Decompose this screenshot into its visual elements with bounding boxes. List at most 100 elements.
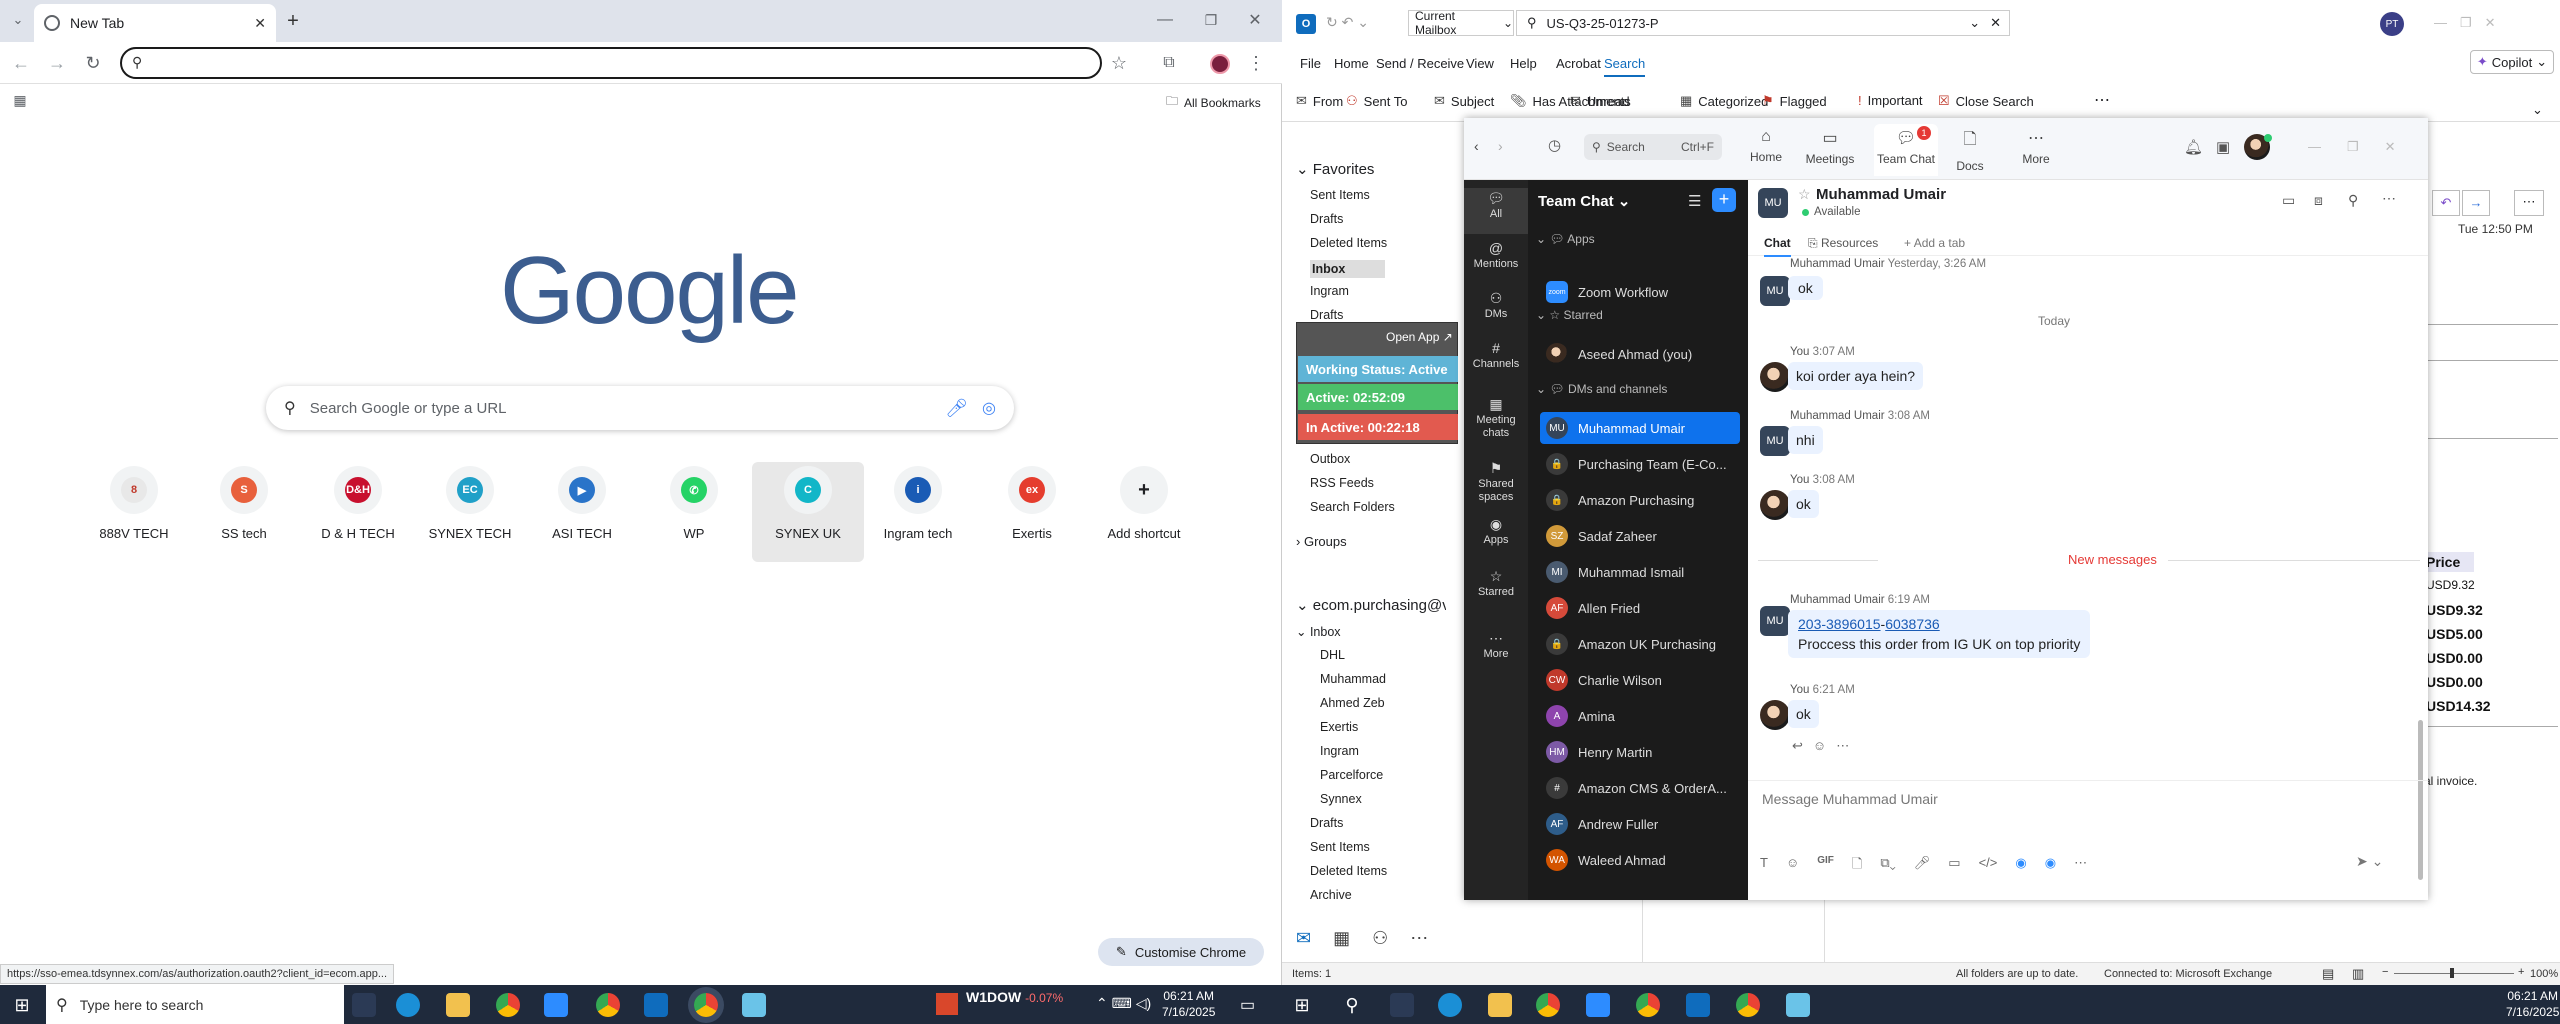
inbox-subfolder[interactable]: Parcelforce: [1320, 768, 1383, 782]
zoom-taskbar-icon[interactable]: [1586, 993, 1610, 1017]
task-view-icon[interactable]: [352, 993, 376, 1017]
tab-add[interactable]: + Add a tab: [1904, 236, 1965, 250]
google-search-box[interactable]: ⚲ Search Google or type a URL 🎤︎ ◎: [266, 386, 1014, 430]
bookmark-star-icon[interactable]: ☆: [1108, 52, 1130, 74]
ribbon-button[interactable]: ▦ Categorized: [1680, 93, 1768, 109]
video-message-icon[interactable]: ▭: [1948, 855, 1960, 877]
side-nav-item[interactable]: @ Mentions: [1464, 241, 1528, 271]
favorite-folder[interactable]: Drafts: [1310, 308, 1343, 322]
emoji-icon[interactable]: ☺: [1786, 855, 1799, 877]
customise-chrome-button[interactable]: ✎ Customise Chrome: [1098, 938, 1264, 966]
shortcut-tile[interactable]: ✆ WP: [638, 462, 750, 562]
forward-icon[interactable]: ›: [1498, 138, 1503, 154]
menu-item[interactable]: Search: [1604, 56, 1646, 77]
people-icon[interactable]: ⚇: [1372, 928, 1388, 949]
extensions-icon[interactable]: ⧉: [1158, 52, 1180, 74]
zoom-nav-meetings[interactable]: ▭ Meetings: [1798, 128, 1862, 166]
zoom-slider[interactable]: [2394, 973, 2514, 974]
side-nav-item[interactable]: ▦ Meeting chats: [1464, 397, 1528, 440]
side-nav-item[interactable]: ⚇ DMs: [1464, 291, 1528, 321]
inbox-subfolder[interactable]: Ahmed Zeb: [1320, 696, 1385, 710]
video-call-icon[interactable]: ▭: [2282, 192, 2295, 209]
chat-list-item[interactable]: # Amazon CMS & OrderA...: [1540, 772, 1740, 804]
stock-widget[interactable]: W1DOW -0.07%: [966, 989, 1063, 1006]
chat-list-item[interactable]: 🔒 Amazon Purchasing: [1540, 484, 1740, 516]
zoom-nav-more[interactable]: ⋯ More: [2004, 128, 2068, 166]
reply-icon[interactable]: ↶: [2432, 190, 2460, 216]
shortcut-tile[interactable]: C SYNEX UK: [752, 462, 864, 562]
folder-item[interactable]: Outbox: [1310, 452, 1350, 466]
search-icon[interactable]: ⚲: [1340, 993, 1364, 1017]
ribbon-button[interactable]: ✉ Subject: [1434, 93, 1494, 109]
chrome-taskbar-icon-2[interactable]: [596, 993, 620, 1017]
new-tab-icon[interactable]: +: [282, 10, 304, 32]
shortcut-tile[interactable]: D&H D & H TECH: [302, 462, 414, 562]
section-dms[interactable]: ⌄ 💬︎ DMs and channels: [1536, 382, 1667, 396]
zoom-search-box[interactable]: ⚲ Search Ctrl+F: [1584, 134, 1722, 160]
favorites-header[interactable]: ⌄ Favorites: [1296, 160, 1374, 178]
chevron-down-icon[interactable]: ⌄: [1969, 15, 1980, 31]
zoom-nav-docs[interactable]: 🗋 Docs: [1938, 128, 2002, 173]
forward-icon[interactable]: →: [46, 52, 68, 74]
more-icon[interactable]: ⋯: [2074, 855, 2087, 877]
composer-input[interactable]: Message Muhammad Umair: [1762, 791, 1938, 807]
tab-chat[interactable]: Chat: [1764, 236, 1791, 257]
omnibox[interactable]: ⚲: [120, 47, 1102, 79]
section-starred[interactable]: ⌄ ☆ Starred: [1536, 308, 1603, 322]
groups-header[interactable]: › Groups: [1296, 534, 1347, 549]
app-taskbar-icon[interactable]: [1786, 993, 1810, 1017]
reply-icon[interactable]: ↩: [1792, 738, 1803, 754]
chat-list-item[interactable]: HM Henry Martin: [1540, 736, 1740, 768]
shortcut-tile[interactable]: + Add shortcut: [1088, 462, 1200, 562]
chrome-taskbar-icon-2[interactable]: [1636, 993, 1660, 1017]
windows-start-icon[interactable]: ⊞: [12, 995, 32, 1015]
chat-list-item[interactable]: AF Allen Fried: [1540, 592, 1740, 624]
back-icon[interactable]: ‹: [1474, 138, 1479, 154]
zoom-in-icon[interactable]: +: [2518, 966, 2524, 978]
menu-item[interactable]: Home: [1334, 56, 1369, 71]
favorite-folder[interactable]: Deleted Items: [1310, 236, 1387, 250]
chat-list-item[interactable]: CW Charlie Wilson: [1540, 664, 1740, 696]
chrome-taskbar-icon-active[interactable]: [694, 993, 718, 1017]
side-nav-item[interactable]: ◉ Apps: [1464, 517, 1528, 547]
message-bubble[interactable]: ok: [1788, 276, 1823, 300]
team-chat-header[interactable]: Team Chat ⌄: [1538, 192, 1630, 210]
chrome-taskbar-icon[interactable]: [1536, 993, 1560, 1017]
chat-item-zoom-workflow[interactable]: zoom Zoom Workflow: [1540, 276, 1740, 308]
account-inbox[interactable]: ⌄ Inbox: [1296, 624, 1341, 639]
zoom-nav-home[interactable]: ⌂ Home: [1734, 128, 1798, 164]
message-bubble[interactable]: ok: [1788, 490, 1819, 518]
chat-list-item[interactable]: 🔒 Purchasing Team (E-Co...: [1540, 448, 1740, 480]
side-nav-item[interactable]: ☆ Starred: [1464, 569, 1528, 599]
side-nav-item[interactable]: ⋯ More: [1464, 631, 1528, 661]
account-folder[interactable]: Drafts: [1310, 816, 1343, 830]
copilot-button[interactable]: ✦ Copilot ⌄: [2470, 50, 2554, 74]
lens-icon[interactable]: ◎: [982, 398, 996, 418]
ribbon-button[interactable]: ✉ From: [1296, 93, 1343, 109]
favorite-folder[interactable]: Sent Items: [1310, 188, 1370, 202]
whiteboard-icon[interactable]: ▣: [2216, 138, 2230, 156]
screenshot-icon[interactable]: ⧉⌄: [1880, 855, 1895, 877]
message-bubble[interactable]: ok: [1788, 700, 1819, 728]
tab-resources[interactable]: ⎘ Resources: [1808, 236, 1878, 251]
ribbon-button[interactable]: ⚑ Flagged: [1762, 93, 1827, 109]
filter-icon[interactable]: ☰: [1688, 192, 1701, 210]
more-apps-icon[interactable]: ⋯: [1410, 928, 1428, 949]
order-link-a[interactable]: 203-3896015: [1798, 616, 1881, 632]
outlook-window-controls[interactable]: — ❐ ✕: [2434, 12, 2496, 31]
chrome-taskbar-icon-3[interactable]: [1736, 993, 1760, 1017]
format-icon[interactable]: T: [1760, 855, 1768, 877]
side-nav-item[interactable]: ⚑ Shared spaces: [1464, 461, 1528, 504]
more-icon[interactable]: ⋯: [2382, 190, 2396, 207]
shortcut-tile[interactable]: S SS tech: [188, 462, 300, 562]
quick-access-icons[interactable]: ↻ ↶ ⌄: [1326, 14, 1369, 31]
message-bubble[interactable]: nhi: [1788, 426, 1823, 454]
outlook-taskbar-icon[interactable]: [644, 993, 668, 1017]
folder-item[interactable]: RSS Feeds: [1310, 476, 1374, 490]
chat-list-item[interactable]: SZ Sadaf Zaheer: [1540, 520, 1740, 552]
ribbon-button[interactable]: ! Important: [1858, 93, 1923, 108]
shortcut-tile[interactable]: EC SYNEX TECH: [414, 462, 526, 562]
bell-icon[interactable]: 🔔︎: [2184, 138, 2203, 156]
close-tab-icon[interactable]: ✕: [254, 15, 266, 32]
zoom-taskbar-icon[interactable]: [544, 993, 568, 1017]
